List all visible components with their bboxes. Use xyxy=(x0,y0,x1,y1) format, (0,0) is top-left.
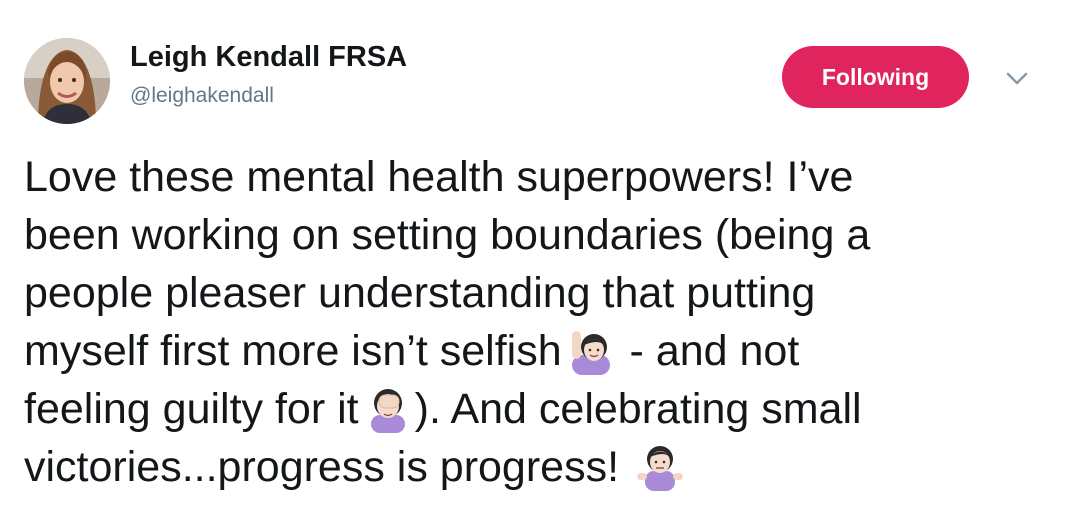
tweet-text-segment: been working on setting boundaries (bein… xyxy=(24,211,871,259)
following-button[interactable]: Following xyxy=(782,46,969,108)
tweet-text-segment: - and not xyxy=(617,327,800,375)
profile-photo xyxy=(24,38,110,124)
woman-raising-hand-emoji xyxy=(568,325,614,375)
tweet-text-segment: feeling guilty for it xyxy=(24,385,359,433)
tweet-text: Love these mental health superpowers! I’… xyxy=(24,148,1054,496)
chevron-down-icon[interactable] xyxy=(1002,64,1032,94)
author-display-name[interactable]: Leigh Kendall FRSA xyxy=(130,40,407,74)
woman-shrugging-emoji xyxy=(637,441,684,491)
woman-facepalming-emoji xyxy=(365,383,411,433)
tweet-text-line: feeling guilty for it ). And celebrating… xyxy=(24,380,1054,438)
tweet-text-segment: Love these mental health superpowers! I’… xyxy=(24,153,854,201)
tweet-text-line: been working on setting boundaries (bein… xyxy=(24,206,1054,264)
tweet-card: Leigh Kendall FRSA @leighakendall Follow… xyxy=(0,0,1068,512)
tweet-text-segment: myself first more isn’t selfish xyxy=(24,327,562,375)
tweet-text-line: people pleaser understanding that puttin… xyxy=(24,264,1054,322)
tweet-text-segment: people pleaser understanding that puttin… xyxy=(24,269,816,317)
author-handle[interactable]: @leighakendall xyxy=(130,83,274,109)
tweet-text-line: victories...progress is progress! xyxy=(24,438,1054,496)
author-avatar[interactable] xyxy=(24,38,110,124)
tweet-text-segment: ). And celebrating small xyxy=(414,385,862,433)
tweet-text-line: myself first more isn’t selfish - and no… xyxy=(24,322,1054,380)
tweet-text-segment: victories...progress is progress! xyxy=(24,443,620,491)
tweet-text-line: Love these mental health superpowers! I’… xyxy=(24,148,1054,206)
